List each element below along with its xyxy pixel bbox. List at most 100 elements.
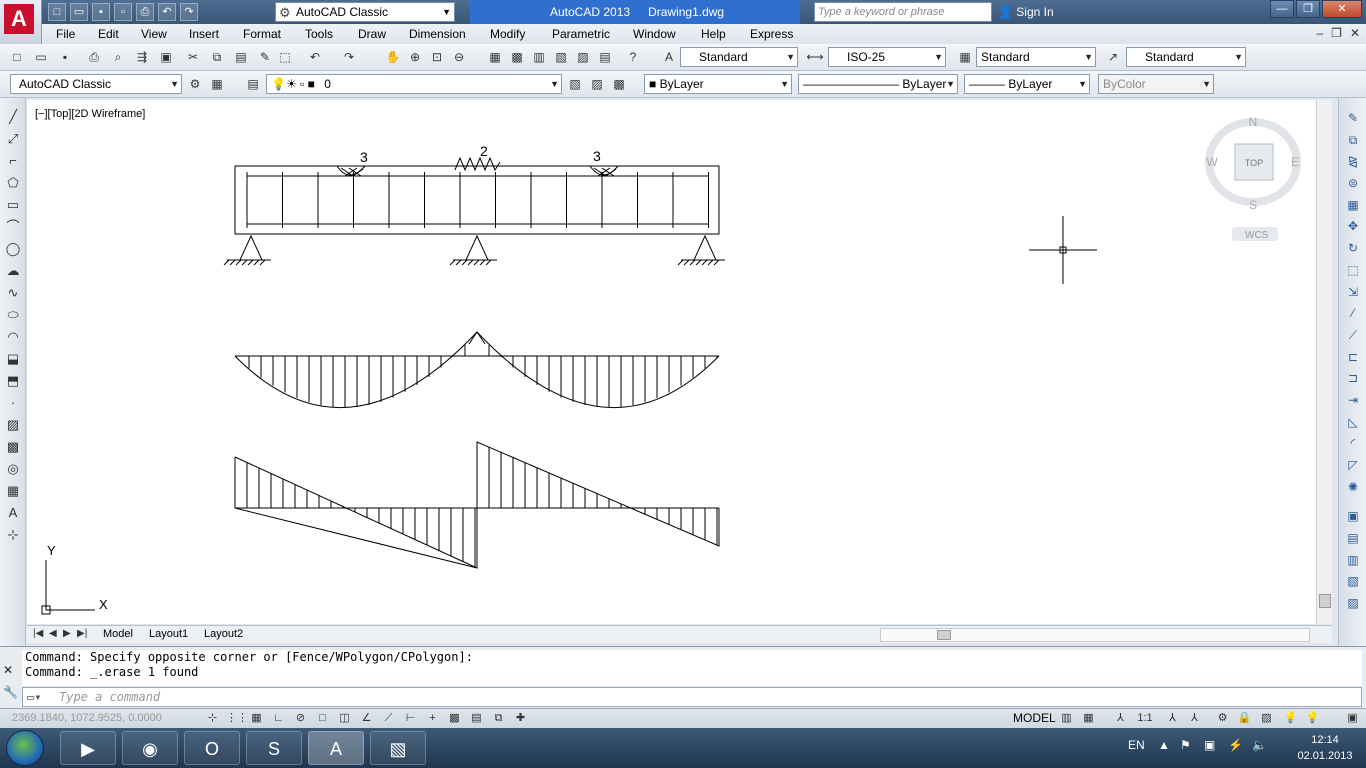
maximize-button[interactable]: ❐ — [1296, 0, 1320, 18]
workspace-combo[interactable]: AutoCAD Classic ▼ — [10, 74, 182, 94]
menu-draw[interactable]: Draw — [358, 27, 386, 41]
model-space-button[interactable]: MODEL — [1013, 711, 1056, 725]
media-player-icon[interactable]: ▶ — [60, 731, 116, 765]
menu-edit[interactable]: Edit — [98, 27, 119, 41]
search-input[interactable]: Type a keyword or phrase — [814, 2, 992, 22]
save-icon[interactable]: ▪ — [56, 48, 74, 66]
undo-icon[interactable]: ↶ — [158, 3, 176, 21]
ortho-mode-icon[interactable]: ∟ — [270, 710, 287, 727]
3d-print-icon[interactable]: ▣ — [157, 48, 175, 66]
zoom-window-icon[interactable]: ⊡ — [428, 48, 446, 66]
menu-view[interactable]: View — [141, 27, 167, 41]
infer-constraints-icon[interactable]: ⊹ — [204, 710, 221, 727]
match-properties-icon[interactable]: ✎ — [256, 48, 274, 66]
trim-icon[interactable]: ⁄ — [1339, 303, 1366, 325]
close-icon[interactable]: ✕ — [3, 663, 13, 677]
clean-screen-icon[interactable]: ▣ — [1344, 710, 1361, 727]
minimize-button[interactable]: — — [1270, 0, 1294, 18]
sign-in-button[interactable]: 👤 Sign In — [998, 0, 1054, 24]
linetype-dropdown[interactable]: ———————— ByLayer ▼ — [798, 74, 958, 94]
vertical-scroll-thumb[interactable] — [1319, 594, 1331, 608]
explode-icon[interactable]: ✺ — [1339, 477, 1366, 499]
point-icon[interactable]: · — [0, 392, 26, 414]
mirror-icon[interactable]: ⧎ — [1339, 151, 1366, 173]
skype-icon[interactable]: S — [246, 731, 302, 765]
menu-dimension[interactable]: Dimension — [409, 27, 466, 41]
menu-tools[interactable]: Tools — [305, 27, 333, 41]
blend-icon[interactable]: ◸ — [1339, 455, 1366, 477]
firefox-icon[interactable]: ◉ — [122, 731, 178, 765]
volume-icon[interactable]: 🔈 — [1252, 738, 1267, 752]
move-icon[interactable]: ✥ — [1339, 216, 1366, 238]
annotation-monitor-icon[interactable]: ✚ — [512, 710, 529, 727]
join-icon[interactable]: ⇥ — [1339, 390, 1366, 412]
viewcube-west[interactable]: W — [1206, 155, 1218, 169]
doc-minimize-button[interactable]: – — [1316, 26, 1323, 40]
ellipse-icon[interactable]: ⬭ — [0, 304, 26, 326]
polyline-icon[interactable]: ⌐ — [0, 150, 26, 172]
menu-parametric[interactable]: Parametric — [552, 27, 610, 41]
tool-palettes-icon[interactable]: ▥ — [530, 48, 548, 66]
open-icon[interactable]: ▭ — [70, 3, 88, 21]
3d-object-snap-icon[interactable]: ◫ — [336, 710, 353, 727]
scale-icon[interactable]: ⬚ — [1339, 260, 1366, 282]
autocad-taskbar-icon[interactable]: A — [308, 731, 364, 765]
table-style-dropdown[interactable]: Standard ▼ — [976, 47, 1096, 67]
workspace-icon[interactable]: ▦ — [208, 75, 226, 93]
command-input[interactable]: ▭▾ Type a command — [22, 687, 1362, 707]
action-center-icon[interactable]: ▣ — [1204, 738, 1215, 752]
gradient-icon[interactable]: ▩ — [0, 436, 26, 458]
color-dropdown[interactable]: ■ ByLayer ▼ — [644, 74, 792, 94]
design-center-icon[interactable]: ▩ — [508, 48, 526, 66]
publish-icon[interactable]: ⇶ — [133, 48, 151, 66]
viewcube[interactable]: TOP N S E W WCS — [1205, 115, 1301, 241]
offset-icon[interactable]: ⊜ — [1339, 173, 1366, 195]
markup-icon[interactable]: ▨ — [574, 48, 592, 66]
make-block-icon[interactable]: ⬒ — [0, 370, 26, 392]
copy-icon[interactable]: ⧉ — [208, 48, 226, 66]
lock-icon[interactable]: 🔒 — [1236, 710, 1253, 727]
bring-above-icon[interactable]: ▧ — [1339, 571, 1366, 593]
properties-icon[interactable]: ▦ — [486, 48, 504, 66]
doc-close-button[interactable]: ✕ — [1350, 26, 1360, 40]
spline-icon[interactable]: ∿ — [0, 282, 26, 304]
layer-properties-icon[interactable]: ▤ — [244, 75, 262, 93]
add-selected-icon[interactable]: ⊹ — [0, 524, 26, 546]
polar-tracking-icon[interactable]: ⊘ — [292, 710, 309, 727]
plotstyle-dropdown[interactable]: ByColor ▼ — [1098, 74, 1214, 94]
first-tab-button[interactable]: |◀ — [33, 628, 43, 639]
bring-to-front-icon[interactable]: ▤ — [1339, 528, 1366, 550]
text-to-front-icon[interactable]: ▨ — [1339, 593, 1366, 615]
revision-cloud-icon[interactable]: ☁ — [0, 260, 26, 282]
draworder-icon[interactable]: ▣ — [1339, 506, 1366, 528]
tab-layout2[interactable]: Layout2 — [204, 628, 243, 640]
menu-express[interactable]: Express — [750, 27, 793, 41]
chamfer-icon[interactable]: ◺ — [1339, 412, 1366, 434]
plot-preview-icon[interactable]: ⌕ — [109, 48, 127, 66]
saveas-icon[interactable]: ▫ — [114, 3, 132, 21]
paste-icon[interactable]: ▤ — [232, 48, 250, 66]
multiline-text-icon[interactable]: A — [0, 502, 26, 524]
hardware-acceleration-icon[interactable]: ▨ — [1258, 710, 1275, 727]
new-icon[interactable]: □ — [8, 48, 26, 66]
zoom-previous-icon[interactable]: ⊖ — [450, 48, 468, 66]
block-editor-icon[interactable]: ⬚ — [276, 48, 294, 66]
power-icon[interactable]: ⚡ — [1228, 738, 1243, 752]
isolate-lightbulb-icon[interactable]: 💡 — [1304, 710, 1321, 727]
workspace-switching-icon[interactable]: ⚙ — [1214, 710, 1231, 727]
opera-icon[interactable]: O — [184, 731, 240, 765]
send-to-back-icon[interactable]: ▥ — [1339, 550, 1366, 572]
dynamic-input-icon[interactable]: ⊢ — [402, 710, 419, 727]
menu-window[interactable]: Window — [633, 27, 676, 41]
layer-dropdown[interactable]: 💡☀ ▫ ■ 0 ▼ — [266, 74, 562, 94]
circle-icon[interactable]: ◯ — [0, 238, 26, 260]
viewcube-south[interactable]: S — [1249, 198, 1257, 212]
zoom-realtime-icon[interactable]: ⊕ — [406, 48, 424, 66]
lineweight-dropdown[interactable]: ——— ByLayer ▼ — [964, 74, 1090, 94]
arc-icon[interactable]: ⌒ — [0, 216, 26, 238]
language-indicator[interactable]: EN — [1128, 738, 1145, 752]
extend-icon[interactable]: ⟋ — [1339, 325, 1366, 347]
insert-block-icon[interactable]: ⬓ — [0, 348, 26, 370]
system-clock[interactable]: 12:14 02.01.2013 — [1290, 732, 1360, 764]
previous-tab-button[interactable]: ◀ — [49, 628, 57, 639]
